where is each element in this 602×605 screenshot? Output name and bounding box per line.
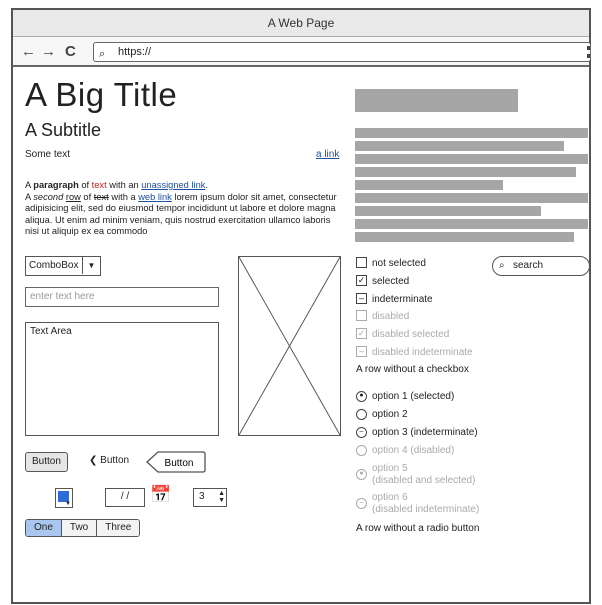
back-arrow-icon[interactable]: ← <box>21 43 36 60</box>
segment-one[interactable]: One <box>26 520 62 536</box>
some-text: Some text <box>25 149 71 160</box>
segment-three[interactable]: Three <box>97 520 140 536</box>
chevron-down-icon: ▼ <box>82 257 100 274</box>
search-input[interactable]: ⌕ search <box>492 256 590 276</box>
menu-icon[interactable] <box>587 46 590 58</box>
calendar-icon[interactable]: 📅 <box>150 485 171 505</box>
text-area[interactable]: Text Area <box>25 322 219 436</box>
title-placeholder <box>355 89 518 112</box>
unassigned-link[interactable]: unassigned link <box>141 180 205 190</box>
text-placeholder-line <box>355 154 588 164</box>
nav-bar: ← → C ⌕ https:// <box>13 37 591 67</box>
paragraph: A paragraph of text with an unassigned l… <box>25 180 337 237</box>
text-placeholder-line <box>355 128 588 138</box>
back-shape-button-label: Button <box>165 458 194 469</box>
url-text: https:// <box>118 46 152 58</box>
number-stepper[interactable]: 3 ▲ ▼ <box>193 488 227 507</box>
page-subtitle: A Subtitle <box>25 120 102 140</box>
text-placeholder-line <box>355 141 564 151</box>
chevron-left-icon: ❮ <box>89 455 98 466</box>
text-placeholder-line <box>355 167 576 177</box>
text-placeholder-line <box>355 206 541 216</box>
forward-arrow-icon[interactable]: → <box>41 43 56 60</box>
combobox[interactable]: ComboBox ▼ <box>25 256 101 276</box>
text-placeholder-line <box>355 193 588 203</box>
row-without-radio: A row without a radio button <box>356 523 480 534</box>
a-link[interactable]: a link <box>316 149 339 160</box>
stepper-arrows-icon[interactable]: ▲ ▼ <box>218 490 225 504</box>
web-link[interactable]: web link <box>138 192 172 202</box>
text-input[interactable]: enter text here <box>25 287 219 307</box>
text-placeholder-line <box>355 232 574 242</box>
image-placeholder <box>238 256 341 436</box>
url-bar[interactable]: ⌕ https:// <box>93 42 591 62</box>
text-placeholder-line <box>355 180 503 190</box>
back-button[interactable]: ❮ Button <box>89 455 129 466</box>
page-title: A Big Title <box>25 76 178 113</box>
segment-two[interactable]: Two <box>61 520 98 536</box>
segmented-control: One Two Three <box>25 519 141 537</box>
button-1[interactable]: Button <box>25 452 68 472</box>
row-without-checkbox: A row without a checkbox <box>356 364 469 375</box>
text-placeholder-line <box>355 219 588 229</box>
reload-icon[interactable]: C <box>65 43 76 60</box>
window-title: A Web Page <box>13 10 589 37</box>
color-picker[interactable]: ▼ <box>55 488 73 508</box>
chevron-down-icon: ▼ <box>65 501 71 507</box>
search-icon: ⌕ <box>499 260 505 271</box>
search-icon: ⌕ <box>99 48 106 60</box>
date-field[interactable]: / / <box>105 488 145 507</box>
back-shape-button[interactable]: Button <box>146 451 206 473</box>
